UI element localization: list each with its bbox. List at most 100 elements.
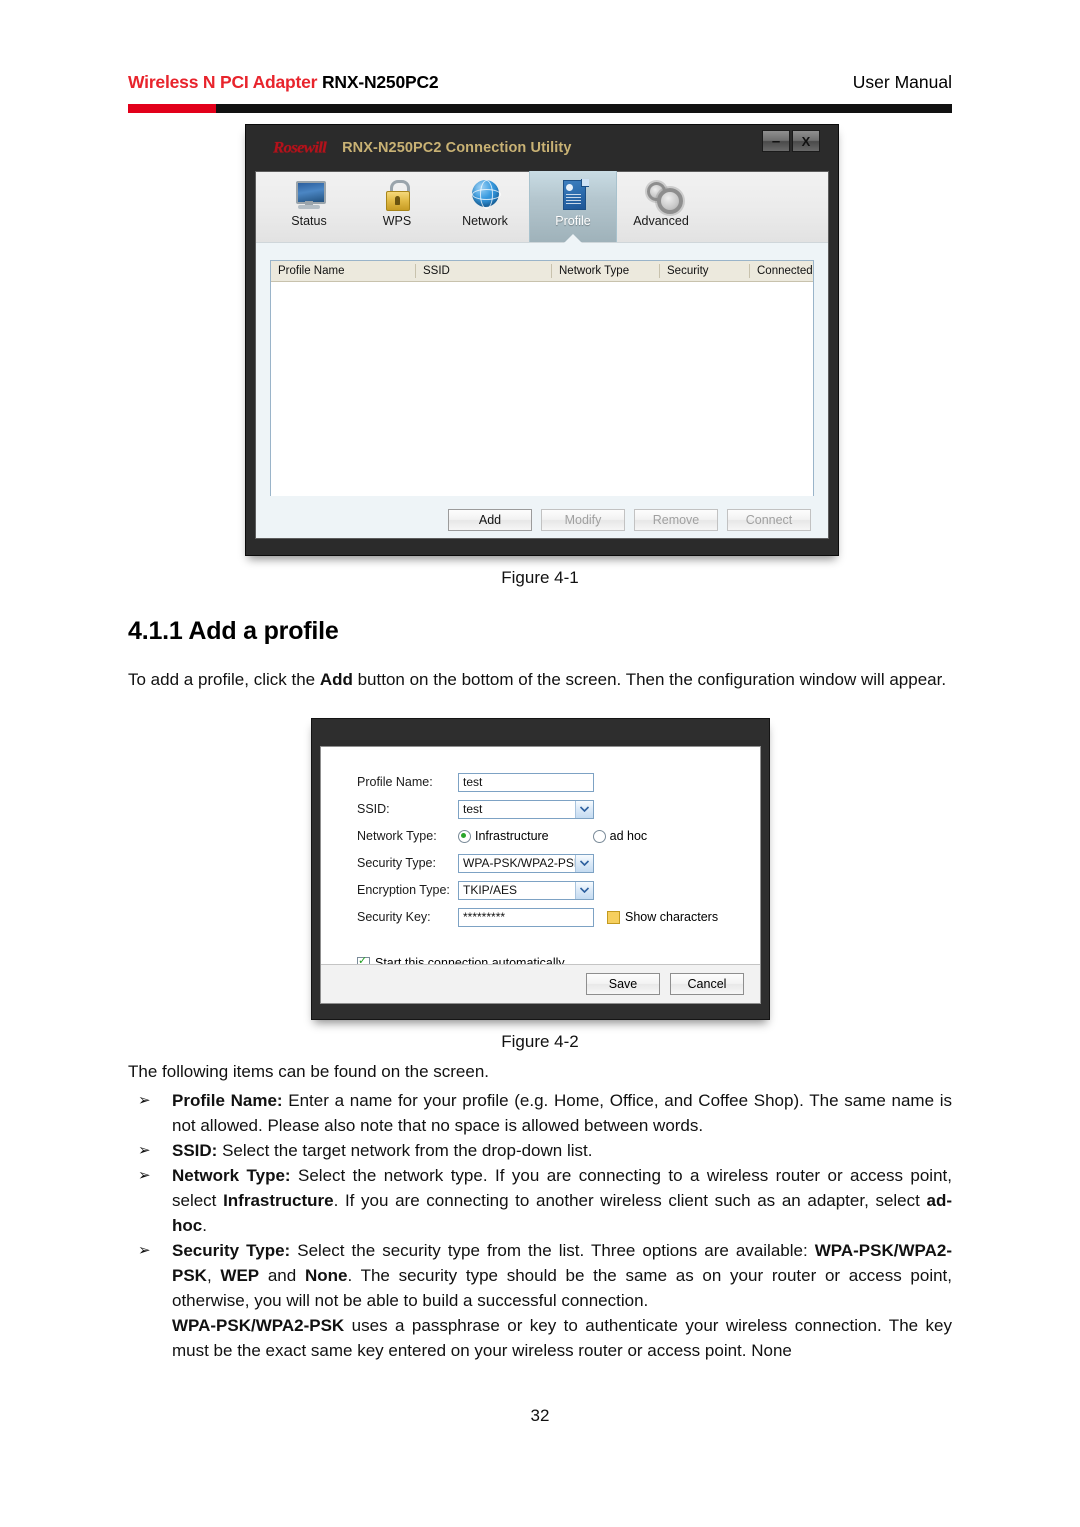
form-row-security-type: Security Type: WPA-PSK/WPA2-PSK <box>357 850 760 876</box>
modify-button[interactable]: Modify <box>541 509 625 531</box>
encryption-type-selected-value: TKIP/AES <box>463 882 518 897</box>
add-profile-dialog: Profile Name: test SSID: test Network Ty… <box>311 718 770 1020</box>
column-header-security: Security <box>659 264 749 278</box>
para1-part-c: button on the bottom of the screen. Then… <box>352 670 947 689</box>
bullet-ssid: SSID: Select the target network from the… <box>172 1138 952 1163</box>
profile-name-label: Profile Name: <box>357 775 433 789</box>
show-characters-label: Show characters <box>625 910 719 924</box>
cancel-button[interactable]: Cancel <box>670 973 744 995</box>
window-controls: – X <box>762 130 820 152</box>
bullet-security-type: Security Type: Select the security type … <box>172 1238 952 1363</box>
header-product-title: Wireless N PCI Adapter RNX-N250PC2 <box>128 72 439 93</box>
security-type-selected-value: WPA-PSK/WPA2-PSK <box>463 855 582 870</box>
add-button[interactable]: Add <box>448 509 532 531</box>
add-profile-dialog-body: Profile Name: test SSID: test Network Ty… <box>320 746 761 1004</box>
tab-network[interactable]: Network <box>441 171 529 242</box>
encryption-type-dropdown[interactable]: TKIP/AES <box>458 880 594 900</box>
ssid-dropdown[interactable]: test <box>458 799 594 819</box>
bullet-marker-icon: ➢ <box>138 1092 151 1109</box>
globe-icon <box>468 178 502 212</box>
bullet-term-ssid: SSID: <box>172 1141 218 1160</box>
page-title: 4.1.1 Add a profile <box>128 617 339 645</box>
radio-infrastructure-label: Infrastructure <box>475 829 549 843</box>
tab-status-label: Status <box>291 214 327 228</box>
utility-window-title: RNX-N250PC2 Connection Utility <box>342 140 572 156</box>
tab-status[interactable]: Status <box>265 171 353 242</box>
column-header-network-type: Network Type <box>551 264 659 278</box>
bullet-st-bold-2: WEP <box>220 1266 260 1285</box>
profile-name-input[interactable]: test <box>458 772 594 792</box>
bullet-marker-icon: ➢ <box>138 1242 151 1259</box>
running-header: Wireless N PCI Adapter RNX-N250PC2 User … <box>128 72 952 93</box>
bullet-body-profile-name: Enter a name for your profile (e.g. Home… <box>172 1091 952 1135</box>
tab-profile[interactable]: Profile <box>529 171 617 243</box>
figure-4-1: Rosewill RNX-N250PC2 Connection Utility … <box>245 124 839 556</box>
tab-wps[interactable]: WPS <box>353 171 441 242</box>
utility-title-bar: Rosewill RNX-N250PC2 Connection Utility … <box>255 125 829 171</box>
tab-network-label: Network <box>462 214 508 228</box>
connect-button[interactable]: Connect <box>727 509 811 531</box>
chevron-down-icon[interactable] <box>575 881 593 899</box>
profile-tab-content: Profile Name SSID Network Type Security … <box>256 243 828 538</box>
bullet-st-text-1: Select the security type from the list. … <box>290 1241 815 1260</box>
bullet-term-profile-name: Profile Name: <box>172 1091 283 1110</box>
bullet-st-sub-bold: WPA-PSK/WPA2-PSK <box>172 1316 345 1335</box>
radio-infrastructure[interactable] <box>458 829 471 843</box>
network-type-radio-group: Infrastructure ad hoc <box>458 829 647 843</box>
tab-profile-label: Profile <box>555 214 591 228</box>
tab-wps-label: WPS <box>382 214 412 228</box>
show-characters-option[interactable]: Show characters <box>607 910 718 924</box>
figure-4-2-caption: Figure 4-2 <box>501 1032 579 1051</box>
minimize-icon[interactable]: – <box>762 130 790 152</box>
radio-ad-hoc-label: ad hoc <box>609 829 648 843</box>
monitor-icon <box>292 178 326 212</box>
items-bullet-list: ➢ Profile Name: Enter a name for your pr… <box>128 1088 952 1363</box>
save-button[interactable]: Save <box>586 973 660 995</box>
form-row-security-key: Security Key: ********* Show characters <box>357 904 760 930</box>
profile-list-header: Profile Name SSID Network Type Security … <box>271 261 813 282</box>
utility-body: Status WPS Network Profile Advanced Prof… <box>255 171 829 539</box>
lock-icon <box>380 178 414 212</box>
gears-icon <box>644 178 683 214</box>
profile-list[interactable]: Profile Name SSID Network Type Security … <box>270 260 814 496</box>
encryption-type-label: Encryption Type: <box>357 883 450 897</box>
close-icon[interactable]: X <box>792 130 820 152</box>
remove-button[interactable]: Remove <box>634 509 718 531</box>
ssid-label: SSID: <box>357 802 390 816</box>
profile-card-icon <box>556 178 590 212</box>
network-type-label: Network Type: <box>357 829 437 843</box>
profile-list-rows <box>271 282 813 496</box>
header-manual-label: User Manual <box>852 72 952 92</box>
profile-action-buttons: Add Modify Remove Connect <box>270 509 814 531</box>
chevron-down-icon[interactable] <box>575 854 593 872</box>
page-number: 32 <box>530 1406 550 1425</box>
header-divider-rule <box>128 104 952 113</box>
profile-form: Profile Name: test SSID: test Network Ty… <box>321 747 760 930</box>
bullet-network-type: Network Type: Select the network type. I… <box>172 1163 952 1238</box>
document-page: Wireless N PCI Adapter RNX-N250PC2 User … <box>0 0 1080 1527</box>
column-header-connected: Connected <box>749 264 813 278</box>
security-type-label: Security Type: <box>357 856 436 870</box>
list-item: ➢ Profile Name: Enter a name for your pr… <box>128 1088 952 1138</box>
security-type-dropdown[interactable]: WPA-PSK/WPA2-PSK <box>458 853 594 873</box>
items-intro-text: The following items can be found on the … <box>128 1062 489 1081</box>
security-key-label: Security Key: <box>357 910 431 924</box>
tab-advanced[interactable]: Advanced <box>617 171 705 242</box>
column-header-ssid: SSID <box>415 264 551 278</box>
para1-part-a: To add a profile, click the <box>128 670 320 689</box>
show-characters-checkbox[interactable] <box>607 910 620 924</box>
connection-utility-window: Rosewill RNX-N250PC2 Connection Utility … <box>245 124 839 556</box>
figure-4-1-caption: Figure 4-1 <box>501 568 579 587</box>
ssid-selected-value: test <box>463 801 483 816</box>
bullet-st-text-3: and <box>259 1266 305 1285</box>
intro-paragraph: To add a profile, click the Add button o… <box>128 667 952 692</box>
form-row-network-type: Network Type: Infrastructure ad hoc <box>357 823 760 849</box>
radio-ad-hoc[interactable] <box>592 829 606 843</box>
security-key-input[interactable]: ********* <box>458 907 594 927</box>
bullet-nt-text-2: . If you are connecting to another wirel… <box>333 1191 927 1210</box>
dialog-footer: Save Cancel <box>321 964 760 1003</box>
list-item: ➢ Network Type: Select the network type.… <box>128 1163 952 1238</box>
bullet-nt-text-3: . <box>202 1216 207 1235</box>
chevron-down-icon[interactable] <box>575 800 593 818</box>
list-item: ➢ SSID: Select the target network from t… <box>128 1138 952 1163</box>
